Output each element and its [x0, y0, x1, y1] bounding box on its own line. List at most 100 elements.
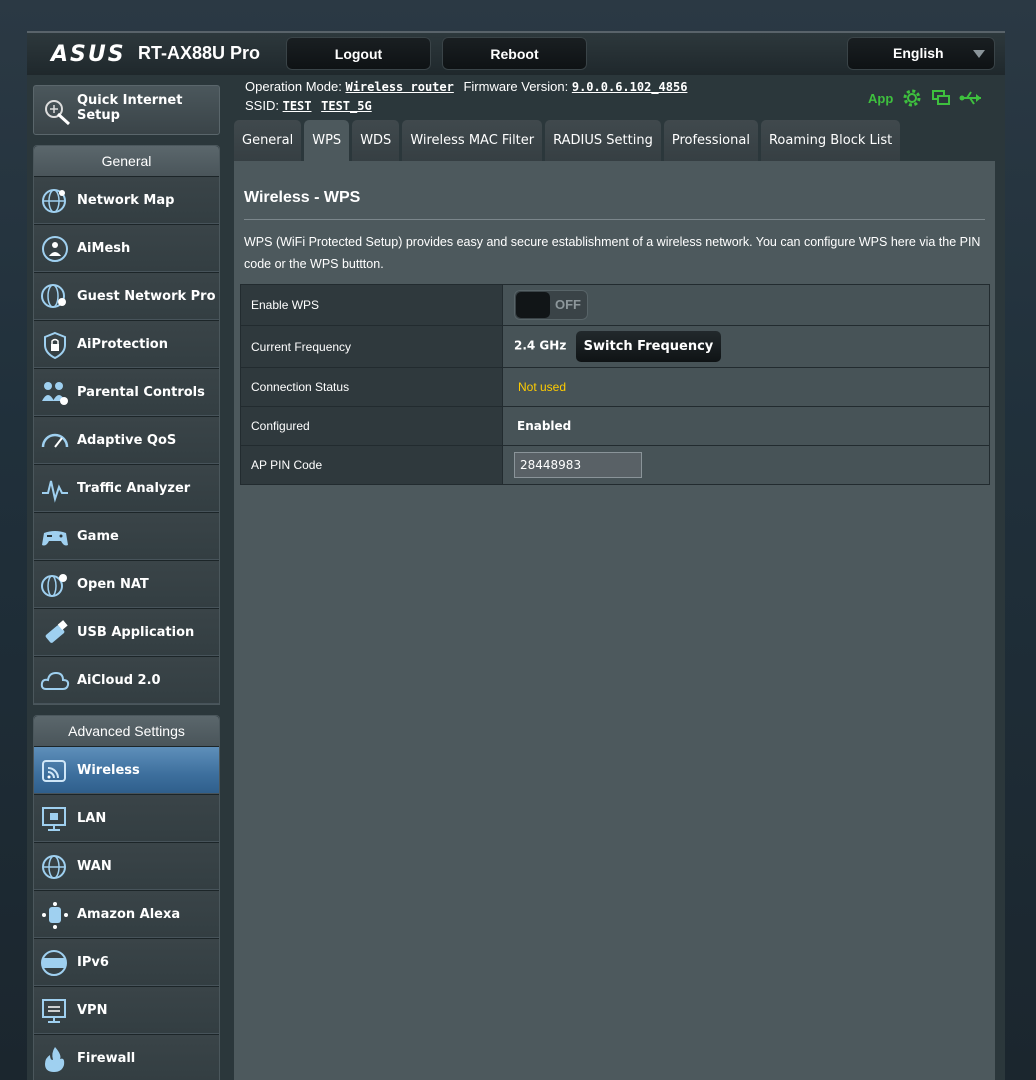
sidebar-item-parental-controls[interactable]: Parental Controls — [34, 368, 219, 416]
sidebar-item-label: VPN — [77, 1003, 108, 1018]
language-value: English — [893, 45, 944, 61]
configured-value: Enabled — [517, 419, 572, 433]
family-icon — [42, 382, 68, 405]
sidebar-item-open-nat[interactable]: Open NAT — [34, 560, 219, 608]
general-menu-group: General Network Map AiMesh Guest Network… — [33, 145, 220, 705]
lan-monitor-icon — [42, 807, 66, 831]
usb-icon — [45, 620, 68, 643]
alexa-icon — [42, 902, 68, 929]
tab-wds[interactable]: WDS — [352, 120, 400, 161]
sidebar-item-label: Traffic Analyzer — [77, 481, 191, 496]
sidebar-item-guest-network-pro[interactable]: Guest Network Pro — [34, 272, 219, 320]
switch-frequency-button[interactable]: Switch Frequency — [575, 331, 722, 362]
sidebar-item-label: WAN — [77, 859, 112, 874]
ssid-info-line: SSID: TEST TEST_5G — [245, 98, 378, 113]
sidebar-item-traffic-analyzer[interactable]: Traffic Analyzer — [34, 464, 219, 512]
usb-status-icon[interactable] — [959, 89, 983, 107]
ap-pin-code-field[interactable] — [514, 452, 642, 478]
gamepad-icon — [42, 531, 68, 546]
tab-roaming-block-list[interactable]: Roaming Block List — [760, 120, 901, 161]
connection-status-cell: Not used — [502, 367, 990, 407]
sidebar-item-label: Firewall — [77, 1051, 136, 1066]
tab-wireless-mac-filter[interactable]: Wireless MAC Filter — [402, 120, 543, 161]
sidebar-item-label: Parental Controls — [77, 385, 205, 400]
chevron-down-icon — [973, 50, 985, 58]
sidebar-item-wan[interactable]: WAN — [34, 842, 219, 890]
sidebar-item-aiprotection[interactable]: AiProtection — [34, 320, 219, 368]
table-row: Configured Enabled — [240, 406, 990, 446]
connection-status-label: Connection Status — [240, 367, 503, 407]
sidebar-item-aimesh[interactable]: AiMesh — [34, 224, 219, 272]
quick-internet-setup-button[interactable]: Quick Internet Setup — [33, 85, 220, 135]
asus-logo[interactable]: ASUS — [51, 42, 126, 67]
wps-settings-table: Enable WPS OFF Current Frequency 2.4 GHz… — [240, 284, 990, 485]
sidebar-item-label: Network Map — [77, 193, 175, 208]
wireless-icon — [42, 760, 66, 782]
wireless-tabs: General WPS WDS Wireless MAC Filter RADI… — [234, 120, 901, 161]
client-devices-icon[interactable] — [931, 88, 951, 108]
sidebar-item-label: Open NAT — [77, 577, 149, 592]
operation-info-line: Operation Mode: Wireless router Firmware… — [245, 79, 693, 94]
ssid-label: SSID: — [245, 98, 279, 113]
current-frequency-label: Current Frequency — [240, 325, 503, 368]
traffic-analyzer-icon — [42, 480, 68, 503]
sidebar-item-adaptive-qos[interactable]: Adaptive QoS — [34, 416, 219, 464]
quick-setup-label: Quick Internet Setup — [77, 93, 183, 123]
quick-setup-wand-icon — [45, 100, 71, 126]
fire-icon — [45, 1047, 65, 1072]
sidebar-item-vpn[interactable]: VPN — [34, 986, 219, 1034]
logout-button[interactable]: Logout — [286, 37, 431, 70]
ipv6-icon — [41, 950, 67, 976]
enable-wps-label: Enable WPS — [240, 284, 503, 326]
configured-cell: Enabled — [502, 406, 990, 446]
globe-network-icon — [42, 189, 66, 213]
enable-wps-toggle[interactable]: OFF — [514, 290, 588, 320]
tab-professional[interactable]: Professional — [663, 120, 758, 161]
page-title: Wireless - WPS — [244, 189, 361, 206]
reboot-button[interactable]: Reboot — [442, 37, 587, 70]
sidebar-item-label: Wireless — [77, 763, 140, 778]
sidebar-item-usb-application[interactable]: USB Application — [34, 608, 219, 656]
advanced-menu-group: Advanced Settings Wireless LAN WAN Amazo… — [33, 715, 220, 1080]
current-frequency-value: 2.4 GHz — [514, 338, 567, 353]
model-name: RT-AX88U Pro — [138, 43, 261, 63]
firmware-link[interactable]: 9.0.0.6.102_4856 — [572, 80, 688, 94]
sidebar-item-wireless[interactable]: Wireless — [34, 746, 219, 794]
table-row: Current Frequency 2.4 GHz Switch Frequen… — [240, 325, 990, 368]
tab-wps[interactable]: WPS — [304, 120, 350, 161]
ap-pin-code-label: AP PIN Code — [240, 445, 503, 485]
router-admin-window: ASUS RT-AX88U Pro Logout Reboot English … — [27, 31, 1005, 1080]
sidebar-item-label: Guest Network Pro — [77, 289, 216, 304]
app-link[interactable]: App — [868, 91, 893, 106]
toggle-state: OFF — [555, 297, 581, 312]
tab-general[interactable]: General — [234, 120, 302, 161]
top-header: ASUS RT-AX88U Pro Logout Reboot English — [27, 33, 1005, 75]
gear-icon[interactable] — [901, 87, 923, 109]
sidebar-item-lan[interactable]: LAN — [34, 794, 219, 842]
tab-radius-setting[interactable]: RADIUS Setting — [545, 120, 661, 161]
sidebar-item-aicloud[interactable]: AiCloud 2.0 — [34, 656, 219, 704]
ssid-link-5g[interactable]: TEST_5G — [321, 99, 372, 113]
general-group-heading: General — [34, 146, 219, 176]
language-select[interactable]: English — [847, 37, 995, 70]
sidebar-item-game[interactable]: Game — [34, 512, 219, 560]
sidebar-item-ipv6[interactable]: IPv6 — [34, 938, 219, 986]
op-mode-link[interactable]: Wireless router — [345, 80, 453, 94]
sidebar-item-firewall[interactable]: Firewall — [34, 1034, 219, 1080]
ssid-link-2g[interactable]: TEST — [283, 99, 312, 113]
sidebar-item-network-map[interactable]: Network Map — [34, 176, 219, 224]
sidebar-item-label: IPv6 — [77, 955, 109, 970]
sidebar-item-label: Amazon Alexa — [77, 907, 181, 922]
title-divider — [244, 219, 985, 220]
open-nat-icon — [41, 574, 67, 597]
table-row: Connection Status Not used — [240, 367, 990, 407]
aimesh-icon — [42, 236, 68, 262]
firmware-label: Firmware Version: — [463, 79, 569, 94]
sidebar-item-amazon-alexa[interactable]: Amazon Alexa — [34, 890, 219, 938]
sidebar-item-label: Game — [77, 529, 119, 544]
op-mode-label: Operation Mode: — [245, 79, 342, 94]
vpn-monitor-icon — [42, 999, 66, 1023]
enable-wps-cell: OFF — [502, 284, 990, 326]
current-frequency-cell: 2.4 GHz Switch Frequency — [502, 325, 990, 368]
guest-network-icon — [41, 284, 66, 308]
